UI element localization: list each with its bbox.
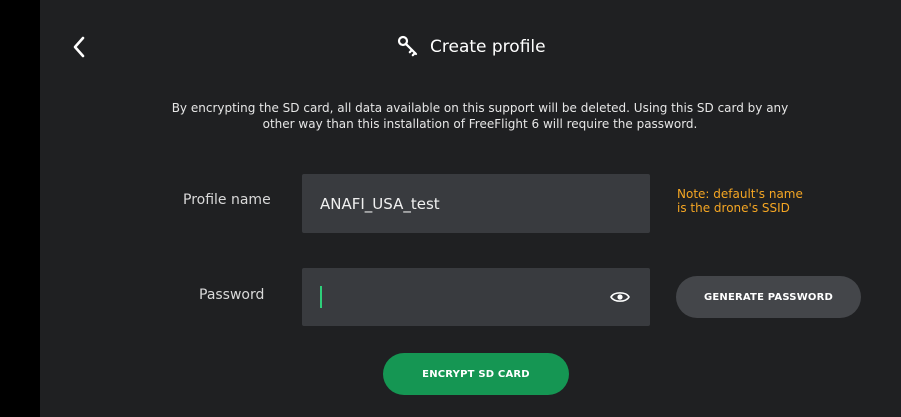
note-line-2: is the drone's SSID <box>677 201 790 215</box>
eye-icon <box>610 292 630 302</box>
page-title: Create profile <box>430 37 546 57</box>
back-button[interactable] <box>66 30 92 64</box>
warning-line-1: By encrypting the SD card, all data avai… <box>171 101 789 115</box>
profile-name-field[interactable]: ANAFI_USA_test <box>302 174 650 233</box>
text-caret <box>320 286 322 308</box>
key-icon <box>397 35 418 57</box>
password-label: Password <box>199 287 265 303</box>
encryption-warning: By encrypting the SD card, all data avai… <box>100 100 860 132</box>
left-edge-bar <box>0 0 40 417</box>
generate-password-button[interactable]: GENERATE PASSWORD <box>676 276 861 318</box>
encrypt-sd-card-button[interactable]: ENCRYPT SD CARD <box>383 353 569 395</box>
page-header: Create profile <box>396 33 546 61</box>
profile-name-value: ANAFI_USA_test <box>320 194 440 213</box>
password-field[interactable] <box>302 268 650 326</box>
warning-line-2: other way than this installation of Free… <box>262 117 698 131</box>
show-password-toggle[interactable] <box>608 285 632 309</box>
profile-name-note: Note: default's name is the drone's SSID <box>677 187 803 215</box>
note-line-1: Note: default's name <box>677 187 803 201</box>
profile-name-label: Profile name <box>183 192 271 208</box>
chevron-left-icon <box>73 36 85 58</box>
